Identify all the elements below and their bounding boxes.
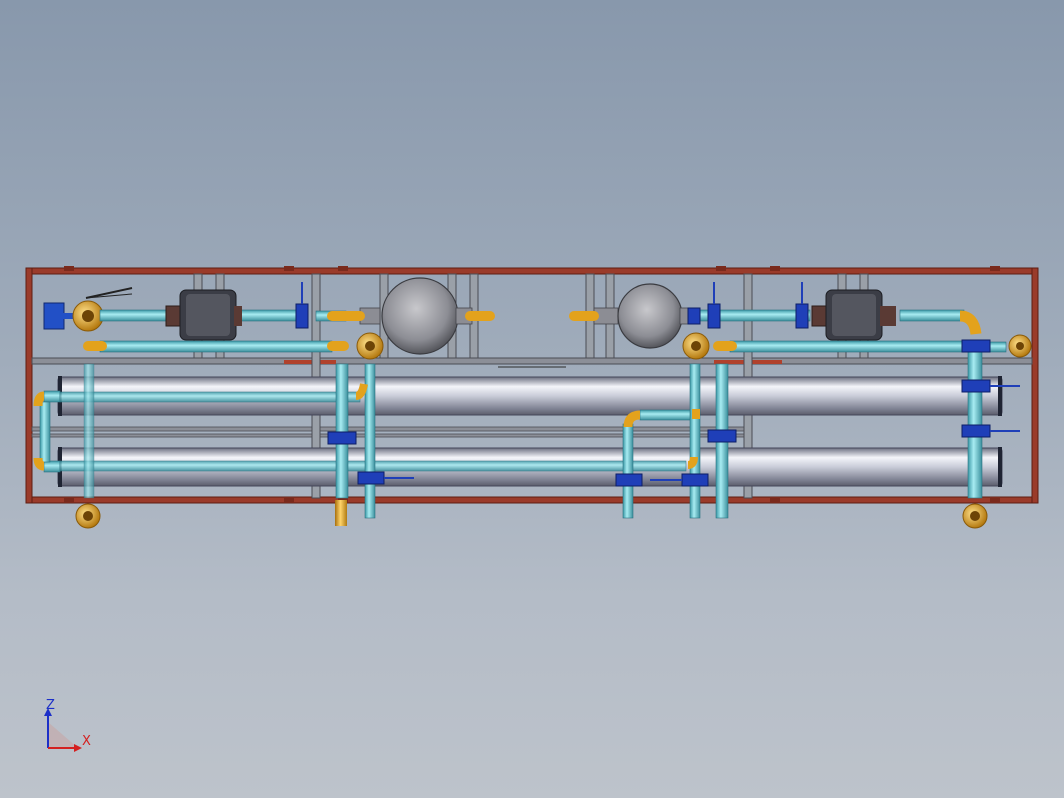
cad-viewport[interactable]: Z X bbox=[0, 0, 1064, 798]
inlet-flange bbox=[72, 300, 104, 332]
z-axis-label: Z bbox=[46, 698, 55, 713]
x-axis-label: X bbox=[82, 734, 91, 749]
cartridge-filter-left[interactable] bbox=[165, 289, 242, 341]
assembly-model[interactable] bbox=[0, 0, 1064, 798]
axis-triad: Z X bbox=[38, 696, 98, 758]
cartridge-filter-right[interactable] bbox=[811, 289, 896, 341]
